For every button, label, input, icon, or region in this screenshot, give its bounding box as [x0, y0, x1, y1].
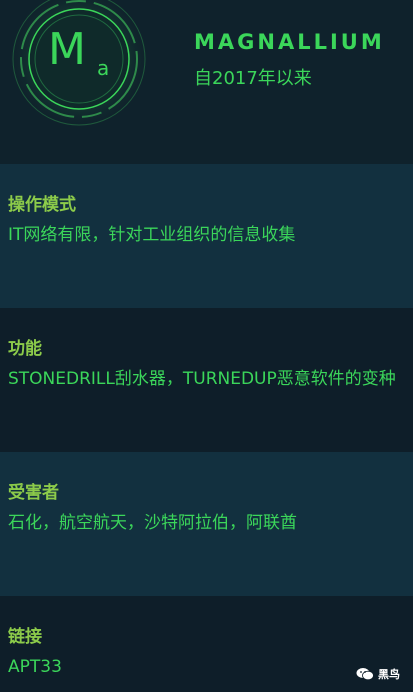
- section-links: 链接 APT33: [0, 596, 413, 692]
- section-victims: 受害者 石化，航空航天，沙特阿拉伯，阿联酋: [0, 452, 413, 596]
- group-since: 自2017年以来: [194, 68, 312, 89]
- group-badge: M a: [4, 0, 154, 134]
- watermark-text: 黑鸟: [378, 668, 400, 681]
- section-label: 功能: [8, 339, 42, 359]
- section-value: 石化，航空航天，沙特阿拉伯，阿联酋: [8, 513, 297, 533]
- section-label: 链接: [8, 627, 42, 647]
- profile-header: M a MAGNALLIUM 自2017年以来: [0, 0, 413, 164]
- badge-subscript: a: [97, 56, 110, 80]
- section-capabilities: 功能 STONEDRILL刮水器，TURNEDUP恶意软件的变种: [0, 308, 413, 452]
- section-label: 受害者: [8, 483, 59, 503]
- section-value: STONEDRILL刮水器，TURNEDUP恶意软件的变种: [8, 369, 396, 389]
- group-name: MAGNALLIUM: [194, 30, 385, 54]
- section-value: IT网络有限，针对工业组织的信息收集: [8, 225, 296, 245]
- section-value: APT33: [8, 657, 62, 677]
- badge-symbol: M: [48, 24, 86, 75]
- section-operation-mode: 操作模式 IT网络有限，针对工业组织的信息收集: [0, 164, 413, 308]
- wechat-icon: [356, 668, 374, 681]
- watermark: 黑鸟: [356, 664, 400, 684]
- section-label: 操作模式: [8, 195, 76, 215]
